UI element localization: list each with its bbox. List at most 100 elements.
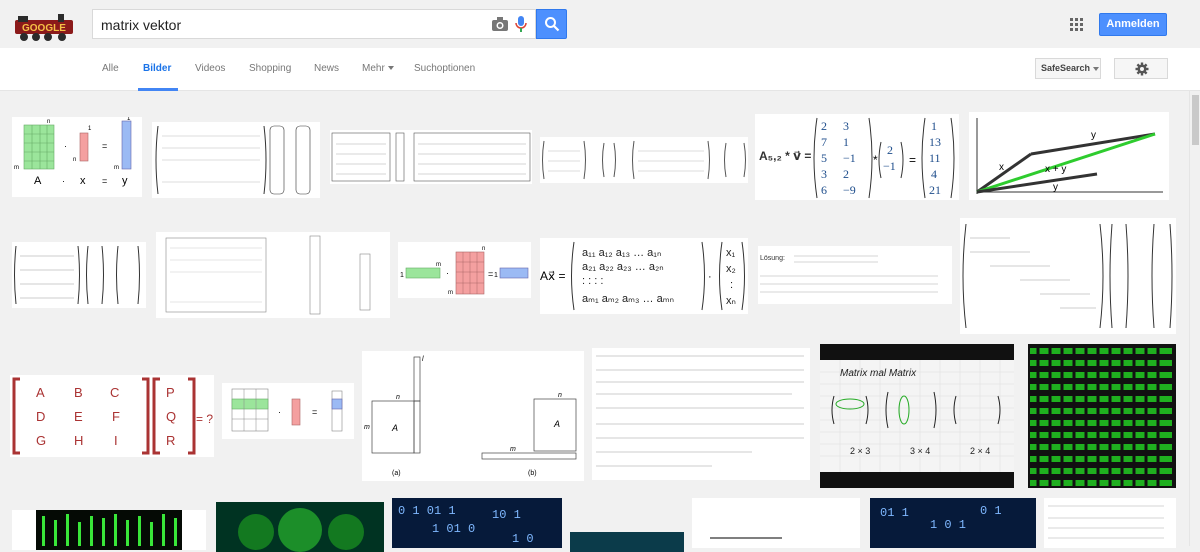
svg-text:a₂₁ a₂₂ a₂₃ … a₂ₙ: a₂₁ a₂₂ a₂₃ … a₂ₙ: [582, 261, 664, 273]
svg-text:n: n: [396, 394, 400, 401]
svg-text:A: A: [34, 175, 42, 187]
image-result[interactable]: [152, 122, 320, 198]
digital-code-image: [570, 532, 684, 552]
tab-images[interactable]: Bilder: [143, 63, 171, 74]
search-tabs-bar: Alle Bilder Videos Shopping News Mehr Su…: [0, 48, 1200, 91]
image-result[interactable]: 01 1 1 0 1 0 1: [870, 498, 1036, 548]
image-result[interactable]: 0 1 01 1 1 01 0 10 1 1 0: [392, 498, 562, 548]
tab-news[interactable]: News: [314, 63, 339, 74]
search-tools-link[interactable]: Suchoptionen: [414, 63, 475, 74]
svg-text:l: l: [422, 356, 424, 363]
image-result[interactable]: Matrix mal Matrix 2 × 3 3 × 4 2 × 4: [820, 344, 1014, 488]
svg-text:B: B: [74, 385, 83, 400]
svg-text:H: H: [74, 433, 83, 448]
svg-text:=: =: [488, 269, 493, 279]
svg-text:Ax⃗ =: Ax⃗ =: [540, 269, 565, 283]
tab-all[interactable]: Alle: [102, 63, 119, 74]
svg-text:1 0: 1 0: [512, 532, 534, 546]
svg-text:1 01 0: 1 01 0: [432, 522, 475, 536]
matrix-code-image: [36, 510, 182, 550]
svg-text:2 × 3: 2 × 3: [850, 446, 870, 456]
image-result[interactable]: · =: [222, 383, 354, 439]
image-result[interactable]: [1028, 344, 1176, 488]
image-result[interactable]: Lösung:: [758, 246, 952, 304]
image-result[interactable]: A B C D E F G H I PQR = ?: [10, 375, 214, 457]
svg-text:1: 1: [88, 126, 92, 132]
image-result[interactable]: 1 · = 1 m n m: [398, 242, 531, 298]
svg-text:0 1 01 1: 0 1 01 1: [398, 504, 456, 518]
image-results-grid: n m 1 n · = 1 m A · x = y A₅,₂ * v⃗ = 2 …: [0, 92, 1189, 552]
svg-text:Q: Q: [166, 409, 176, 424]
svg-text:=: =: [312, 407, 317, 417]
svg-text:11: 11: [929, 151, 941, 165]
matrix-block-figure: A A n m m n l (a) (b): [364, 356, 577, 477]
binary-blue-image: 0 1 01 1 1 01 0 10 1 1 0: [392, 498, 562, 548]
image-result[interactable]: [692, 498, 860, 548]
scrollbar[interactable]: [1189, 91, 1200, 546]
tab-shopping[interactable]: Shopping: [249, 63, 291, 74]
matrix-equation-image: [155, 125, 311, 195]
svg-text:y: y: [1091, 130, 1096, 141]
camera-icon[interactable]: [491, 16, 509, 32]
image-result[interactable]: Ax⃗ = a₁₁ a₁₂ a₁₃ … a₁ₙ a₂₁ a₂₂ a₂₃ … a₂…: [540, 238, 748, 314]
image-result[interactable]: [592, 348, 810, 480]
image-result[interactable]: [1044, 498, 1176, 548]
image-result[interactable]: [540, 137, 748, 183]
image-result[interactable]: [330, 130, 532, 184]
svg-text:21: 21: [929, 183, 941, 197]
image-result[interactable]: n m 1 n · = 1 m A · x = y: [12, 117, 142, 197]
search-button[interactable]: [536, 9, 567, 39]
search-box[interactable]: [92, 9, 536, 39]
image-result[interactable]: [216, 502, 384, 552]
image-result[interactable]: A₅,₂ * v⃗ = 2 7 5 3 6 3 1 −1 2 −9 2 −1 1 13 11 4 21 *…: [755, 114, 959, 200]
image-result[interactable]: x y x + y y: [969, 112, 1169, 200]
tab-more[interactable]: Mehr: [362, 63, 394, 74]
image-result[interactable]: [156, 232, 390, 318]
image-result[interactable]: [12, 510, 206, 550]
svg-text:m: m: [436, 262, 441, 268]
svg-text:x₂: x₂: [726, 263, 736, 275]
svg-text:·: ·: [446, 268, 449, 278]
image-result[interactable]: [960, 218, 1176, 334]
svg-text:E: E: [74, 409, 83, 424]
svg-text:x₁: x₁: [726, 247, 736, 259]
matrix-table-image: [1048, 505, 1164, 539]
active-tab-indicator: [138, 88, 178, 91]
svg-text:n: n: [482, 246, 485, 252]
svg-text:·: ·: [62, 176, 65, 186]
svg-text:(b): (b): [528, 470, 537, 477]
image-result[interactable]: [12, 242, 146, 308]
microphone-icon[interactable]: [515, 15, 527, 33]
svg-text:1 0 1: 1 0 1: [930, 518, 966, 532]
search-input[interactable]: [101, 15, 481, 35]
safesearch-label: SafeSearch: [1041, 63, 1091, 73]
settings-button[interactable]: [1114, 58, 1168, 79]
svg-text:x: x: [999, 162, 1004, 173]
svg-text:1: 1: [494, 272, 498, 279]
svg-text:7: 7: [821, 135, 827, 149]
vector-addition-diagram: x y x + y y: [976, 118, 1163, 194]
svg-text:13: 13: [929, 135, 941, 149]
apps-grid-icon[interactable]: [1070, 18, 1083, 31]
svg-text:−1: −1: [883, 159, 896, 173]
svg-text:m: m: [510, 446, 516, 453]
signin-button[interactable]: Anmelden: [1099, 13, 1167, 36]
svg-text:m: m: [14, 165, 19, 171]
svg-text:m: m: [114, 165, 119, 171]
image-result[interactable]: [570, 532, 684, 552]
svg-text:1: 1: [400, 272, 404, 279]
scrollbar-thumb[interactable]: [1192, 95, 1199, 145]
svg-text:·: ·: [278, 407, 281, 417]
image-result[interactable]: A A n m m n l (a) (b): [362, 351, 584, 481]
matrix-vector-diagram: n m 1 n · = 1 m A · x = y: [14, 117, 132, 187]
svg-text:m: m: [364, 424, 370, 431]
cross-product-derivation: [596, 355, 804, 467]
svg-text:n: n: [73, 157, 76, 163]
safesearch-dropdown[interactable]: SafeSearch: [1035, 58, 1101, 79]
svg-text:I: I: [114, 433, 118, 448]
svg-text:D: D: [36, 409, 45, 424]
google-doodle-logo[interactable]: GOOGLE: [14, 12, 78, 42]
svg-text:3 × 4: 3 × 4: [910, 446, 930, 456]
linear-system-matrix: [14, 245, 140, 305]
tab-videos[interactable]: Videos: [195, 63, 225, 74]
